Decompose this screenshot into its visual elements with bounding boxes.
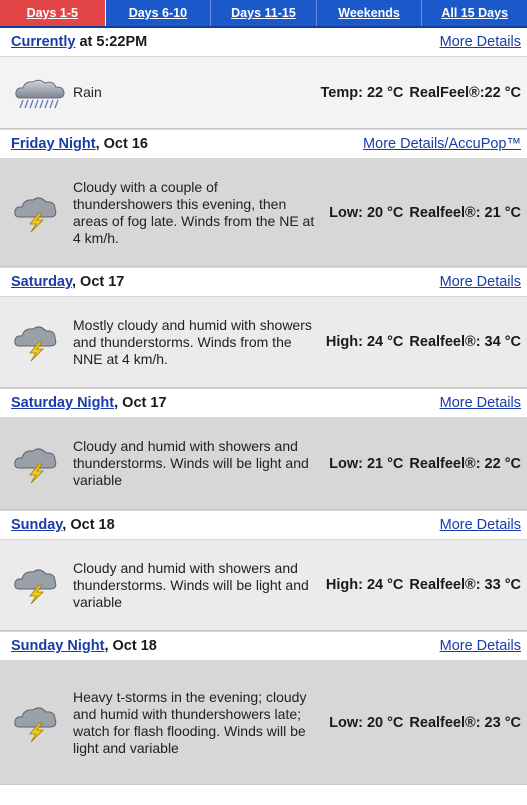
- period-date: , Oct 18: [62, 517, 115, 533]
- period-name-link[interactable]: Saturday: [11, 274, 72, 290]
- more-details-link[interactable]: More Details: [440, 395, 521, 411]
- period-date: , Oct 18: [104, 638, 157, 654]
- current-temp: Temp: 22 °C: [320, 84, 404, 101]
- forecast-temp: Low: 20 °C: [329, 714, 404, 731]
- current-description: Rain: [73, 84, 102, 100]
- current-realfeel: RealFeel®:22 °C: [409, 84, 521, 101]
- currently-link[interactable]: Currently: [11, 34, 75, 50]
- tab-days-11-15[interactable]: Days 11-15: [211, 0, 317, 26]
- current-temps: Temp: 22 °C RealFeel®:22 °C: [311, 85, 521, 101]
- forecast-row: Cloudy and humid with showers and thunde…: [0, 418, 527, 510]
- period-date: , Oct 17: [71, 274, 125, 290]
- forecast-temps: High: 24 °C Realfeel®: 34 °C: [316, 334, 521, 350]
- thunderstorm-cloud-icon: [13, 703, 73, 743]
- more-details-link[interactable]: More Details: [440, 638, 521, 654]
- forecast-description: Cloudy with a couple of thundershowers t…: [73, 178, 315, 246]
- thunderstorm-cloud-icon: [13, 444, 73, 484]
- period-header: Saturday Night, Oct 17 More Details: [0, 388, 527, 418]
- period-name-link[interactable]: Friday Night: [11, 136, 96, 152]
- forecast-temps: Low: 21 °C Realfeel®: 22 °C: [319, 456, 521, 472]
- thunderstorm-cloud-icon: [13, 565, 73, 605]
- current-title: Currently at 5:22PM: [11, 34, 147, 50]
- forecast-realfeel: Realfeel®: 23 °C: [409, 714, 521, 731]
- forecast-description: Cloudy and humid with showers and thunde…: [73, 438, 309, 488]
- forecast-row: Cloudy and humid with showers and thunde…: [0, 540, 527, 631]
- forecast-temps: Low: 20 °C Realfeel®: 23 °C: [319, 715, 521, 731]
- period-date: , Oct 17: [114, 395, 167, 411]
- forecast-row: Mostly cloudy and humid with showers and…: [0, 297, 527, 388]
- more-details-link[interactable]: More Details: [440, 274, 521, 290]
- current-header: Currently at 5:22PM More Details: [0, 28, 527, 57]
- forecast-description: Mostly cloudy and humid with showers and…: [73, 316, 312, 367]
- more-details-link[interactable]: More Details: [440, 517, 521, 533]
- forecast-temps: Low: 20 °C Realfeel®: 21 °C: [319, 205, 521, 221]
- thunderstorm-cloud-icon: [13, 193, 73, 233]
- forecast-realfeel: Realfeel®: 21 °C: [409, 204, 521, 221]
- forecast-description: Heavy t-storms in the evening; cloudy an…: [73, 688, 307, 756]
- thunderstorm-cloud-icon: [13, 322, 73, 362]
- period-name-link[interactable]: Saturday Night: [11, 395, 114, 411]
- more-details-accupop-link[interactable]: More Details/AccuPop™: [363, 136, 521, 152]
- period-header: Sunday, Oct 18 More Details: [0, 510, 527, 540]
- rain-cloud-icon: [13, 76, 73, 110]
- period-name-link[interactable]: Sunday Night: [11, 638, 104, 654]
- period-header: Friday Night, Oct 16 More Details/AccuPo…: [0, 129, 527, 159]
- tab-all-15-days[interactable]: All 15 Days: [422, 0, 527, 26]
- forecast-temp: High: 24 °C: [325, 334, 404, 350]
- current-time: at 5:22PM: [75, 34, 148, 50]
- period-date: , Oct 16: [95, 136, 148, 152]
- forecast-temp: High: 24 °C: [325, 577, 404, 593]
- forecast-realfeel: Realfeel®: 22 °C: [409, 455, 521, 472]
- period-header: Sunday Night, Oct 18 More Details: [0, 631, 527, 661]
- current-conditions-row: Rain Temp: 22 °C RealFeel®:22 °C: [0, 57, 527, 129]
- forecast-realfeel: Realfeel®: 33 °C: [409, 577, 521, 593]
- period-header: Saturday, Oct 17 More Details: [0, 267, 527, 297]
- day-range-tabs: Days 1-5 Days 6-10 Days 11-15 Weekends A…: [0, 0, 527, 28]
- forecast-description: Cloudy and humid with showers and thunde…: [73, 559, 309, 610]
- forecast-temp: Low: 20 °C: [329, 204, 404, 221]
- forecast-realfeel: Realfeel®: 34 °C: [409, 334, 521, 350]
- forecast-row: Cloudy with a couple of thundershowers t…: [0, 159, 527, 267]
- forecast-row: Heavy t-storms in the evening; cloudy an…: [0, 661, 527, 785]
- tab-days-6-10[interactable]: Days 6-10: [106, 0, 212, 26]
- current-more-details-link[interactable]: More Details: [440, 34, 521, 50]
- forecast-temps: High: 24 °C Realfeel®: 33 °C: [316, 577, 521, 593]
- period-name-link[interactable]: Sunday: [11, 517, 62, 533]
- tab-weekends[interactable]: Weekends: [317, 0, 423, 26]
- forecast-temp: Low: 21 °C: [329, 455, 404, 472]
- tab-days-1-5[interactable]: Days 1-5: [0, 0, 106, 26]
